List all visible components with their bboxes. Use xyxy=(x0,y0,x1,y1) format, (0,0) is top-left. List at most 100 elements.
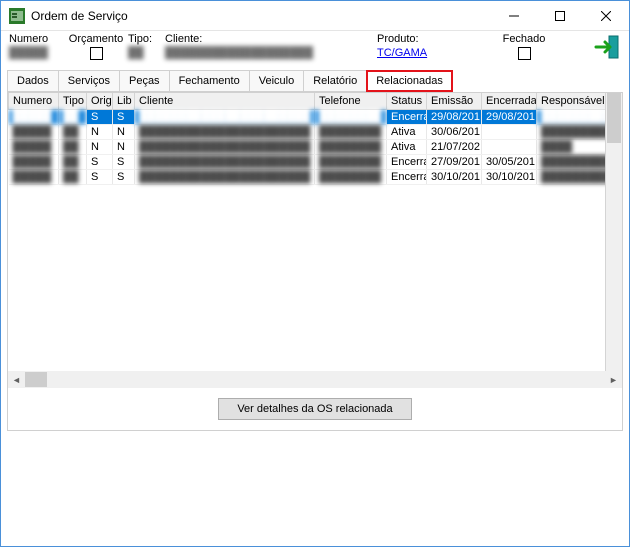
cell-cliente: ██████████████████████ xyxy=(135,140,315,155)
cliente-label: Cliente: xyxy=(165,33,375,45)
col-status[interactable]: Status xyxy=(387,93,427,110)
col-emissao[interactable]: Emissão xyxy=(427,93,482,110)
titlebar: Ordem de Serviço xyxy=(1,1,629,31)
cell-lib: S xyxy=(113,110,135,125)
cell-lib: S xyxy=(113,170,135,185)
col-responsavel[interactable]: Responsável xyxy=(537,93,606,110)
cell-responsavel: ████ xyxy=(537,140,606,155)
tab-pecas[interactable]: Peças xyxy=(119,70,170,92)
app-icon xyxy=(9,8,25,24)
tab-relatorio[interactable]: Relatório xyxy=(303,70,367,92)
tab-content: Numero Tipo Orig Lib Cliente Telefone St… xyxy=(7,92,623,431)
horizontal-scrollbar[interactable]: ◄ ► xyxy=(8,371,622,388)
vertical-scrollbar[interactable] xyxy=(605,93,622,371)
cell-encerrada: 30/05/201 xyxy=(482,155,537,170)
cell-telefone: ████████ xyxy=(315,140,387,155)
cell-telefone: ████████ xyxy=(315,125,387,140)
scroll-right-button[interactable]: ► xyxy=(605,371,622,388)
related-orders-table: Numero Tipo Orig Lib Cliente Telefone St… xyxy=(8,93,605,185)
window-title: Ordem de Serviço xyxy=(31,9,491,23)
minimize-button[interactable] xyxy=(491,1,537,31)
cell-emissao: 21/07/202 xyxy=(427,140,482,155)
cell-tipo: ██ xyxy=(59,140,87,155)
cell-telefone: ████████ xyxy=(315,155,387,170)
cell-emissao: 30/06/201 xyxy=(427,125,482,140)
tab-dados[interactable]: Dados xyxy=(7,70,59,92)
cell-tipo: ██ xyxy=(59,155,87,170)
cell-encerrada xyxy=(482,140,537,155)
cell-cliente: ██████████████████████ xyxy=(135,110,315,125)
tab-servicos[interactable]: Serviços xyxy=(58,70,120,92)
cell-status: Ativa xyxy=(387,125,427,140)
exit-button[interactable] xyxy=(593,33,621,64)
cell-telefone: ████████ xyxy=(315,170,387,185)
tab-veiculo[interactable]: Veiculo xyxy=(249,70,304,92)
cell-cliente: ██████████████████████ xyxy=(135,170,315,185)
view-details-button[interactable]: Ver detalhes da OS relacionada xyxy=(218,398,411,420)
tipo-label: Tipo: xyxy=(128,33,163,45)
orcamento-label: Orçamento xyxy=(69,33,123,45)
col-tipo[interactable]: Tipo xyxy=(59,93,87,110)
cell-encerrada: 30/10/201 xyxy=(482,170,537,185)
col-orig[interactable]: Orig xyxy=(87,93,113,110)
cell-status: Encerra xyxy=(387,170,427,185)
cell-emissao: 30/10/201 xyxy=(427,170,482,185)
cell-tipo: ██ xyxy=(59,125,87,140)
cell-status: Encerra xyxy=(387,110,427,125)
orcamento-checkbox[interactable] xyxy=(90,47,103,60)
cell-cliente: ██████████████████████ xyxy=(135,125,315,140)
cell-emissao: 27/09/201 xyxy=(427,155,482,170)
cell-numero: █████ xyxy=(9,170,59,185)
table-row[interactable]: ███████SS██████████████████████████████E… xyxy=(9,155,606,170)
col-lib[interactable]: Lib xyxy=(113,93,135,110)
col-encerrada[interactable]: Encerrada xyxy=(482,93,537,110)
table-row[interactable]: ███████SS██████████████████████████████E… xyxy=(9,110,606,125)
numero-label: Numero xyxy=(9,33,64,45)
cell-numero: █████ xyxy=(9,110,59,125)
tab-fechamento[interactable]: Fechamento xyxy=(169,70,250,92)
cell-lib: N xyxy=(113,140,135,155)
col-cliente[interactable]: Cliente xyxy=(135,93,315,110)
vertical-scroll-thumb[interactable] xyxy=(607,93,621,143)
maximize-button[interactable] xyxy=(537,1,583,31)
cell-orig: N xyxy=(87,140,113,155)
header-fields: Numero █████ Orçamento Tipo: ██ Cliente:… xyxy=(1,31,629,70)
col-numero[interactable]: Numero xyxy=(9,93,59,110)
cell-orig: S xyxy=(87,110,113,125)
cell-emissao: 29/08/201 xyxy=(427,110,482,125)
table-row[interactable]: ███████NN██████████████████████████████A… xyxy=(9,140,606,155)
cell-responsavel: ██████████ xyxy=(537,125,606,140)
col-telefone[interactable]: Telefone xyxy=(315,93,387,110)
table-row[interactable]: ███████NN██████████████████████████████A… xyxy=(9,125,606,140)
cell-numero: █████ xyxy=(9,125,59,140)
produto-link[interactable]: TC/GAMA xyxy=(377,47,492,59)
cell-lib: S xyxy=(113,155,135,170)
scroll-left-button[interactable]: ◄ xyxy=(8,371,25,388)
cell-encerrada: 29/08/201 xyxy=(482,110,537,125)
cell-telefone: ████████ xyxy=(315,110,387,125)
fechado-checkbox[interactable] xyxy=(518,47,531,60)
cell-orig: S xyxy=(87,170,113,185)
cell-status: Ativa xyxy=(387,140,427,155)
tipo-value: ██ xyxy=(128,47,163,59)
cell-tipo: ██ xyxy=(59,170,87,185)
produto-label: Produto: xyxy=(377,33,492,45)
cell-responsavel: ██████████ xyxy=(537,155,606,170)
cell-responsavel: ██████████ xyxy=(537,170,606,185)
cell-responsavel: ██████████ xyxy=(537,110,606,125)
cell-lib: N xyxy=(113,125,135,140)
close-button[interactable] xyxy=(583,1,629,31)
cell-cliente: ██████████████████████ xyxy=(135,155,315,170)
tab-relacionadas[interactable]: Relacionadas xyxy=(366,70,453,92)
tab-bar: Dados Serviços Peças Fechamento Veiculo … xyxy=(1,70,629,92)
table-row[interactable]: ███████SS██████████████████████████████E… xyxy=(9,170,606,185)
horizontal-scroll-thumb[interactable] xyxy=(25,372,47,387)
cell-encerrada xyxy=(482,125,537,140)
cell-orig: S xyxy=(87,155,113,170)
fechado-label: Fechado xyxy=(503,33,546,45)
numero-value: █████ xyxy=(9,47,64,59)
cliente-value: ███████████████████ xyxy=(165,47,375,59)
cell-numero: █████ xyxy=(9,140,59,155)
cell-numero: █████ xyxy=(9,155,59,170)
cell-orig: N xyxy=(87,125,113,140)
